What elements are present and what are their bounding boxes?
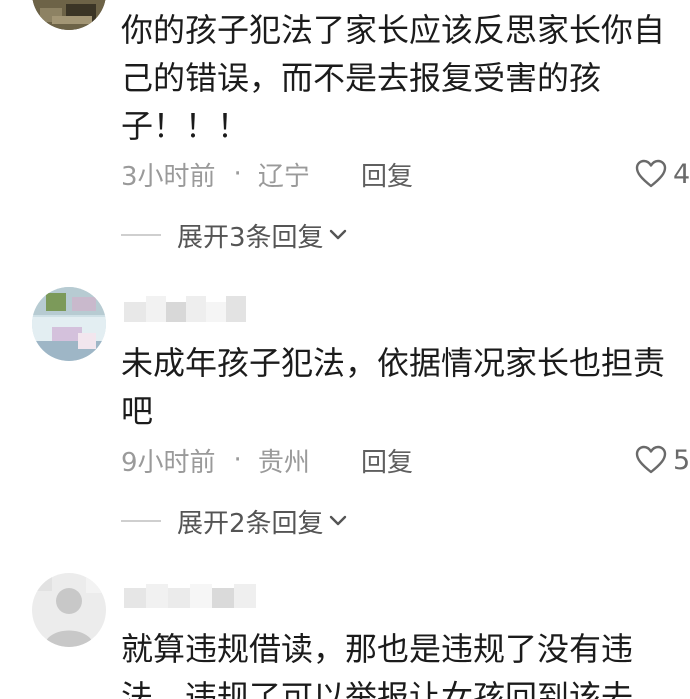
comment-meta: 9小时前 · 贵州 回复 520: [121, 440, 690, 480]
comment-location: 贵州: [257, 447, 310, 478]
expand-replies-label: 展开3条回复: [177, 222, 324, 253]
comment-text: 你的孩子犯法了家长应该反思家长你自己的错误，而不是去报复受害的孩子！！！: [121, 11, 666, 145]
expand-divider-line: [121, 234, 161, 236]
avatar[interactable]: [32, 573, 106, 647]
heart-outline-icon: [635, 159, 667, 188]
comment-text: 未成年孩子犯法，依据情况家长也担责吧: [121, 344, 666, 430]
chevron-down-icon: [329, 229, 346, 240]
avatar[interactable]: [32, 0, 106, 30]
like-button[interactable]: 453: [635, 154, 690, 194]
expand-divider-line: [121, 520, 161, 522]
chevron-down-icon: [329, 515, 346, 526]
heart-outline-icon: [635, 445, 667, 474]
comment-meta: 3小时前 · 辽宁 回复 453: [121, 154, 690, 194]
comment-feed: 你的孩子犯法了家长应该反思家长你自己的错误，而不是去报复受害的孩子！！！ 3小时…: [0, 0, 690, 699]
like-button[interactable]: 520: [635, 440, 690, 480]
reply-button[interactable]: 回复: [361, 156, 413, 193]
comment-text: 就算违规借读，那也是违规了没有违法。违规了可以举报让女孩回到该去: [121, 630, 634, 699]
avatar[interactable]: [32, 287, 106, 361]
meta-separator: ·: [233, 159, 242, 189]
comment-time: 9小时前: [121, 447, 216, 478]
username-mosaic: [124, 582, 274, 608]
expand-replies-button[interactable]: 展开3条回复: [121, 217, 348, 253]
expand-replies-button[interactable]: 展开2条回复: [121, 503, 348, 539]
username-mosaic: [124, 296, 248, 322]
expand-replies-label: 展开2条回复: [177, 508, 324, 539]
like-count: 453: [673, 158, 690, 190]
comment-time: 3小时前: [121, 161, 216, 192]
like-count: 520: [673, 444, 690, 476]
reply-button[interactable]: 回复: [361, 442, 413, 479]
comment-location: 辽宁: [257, 161, 310, 192]
meta-separator: ·: [233, 445, 242, 475]
